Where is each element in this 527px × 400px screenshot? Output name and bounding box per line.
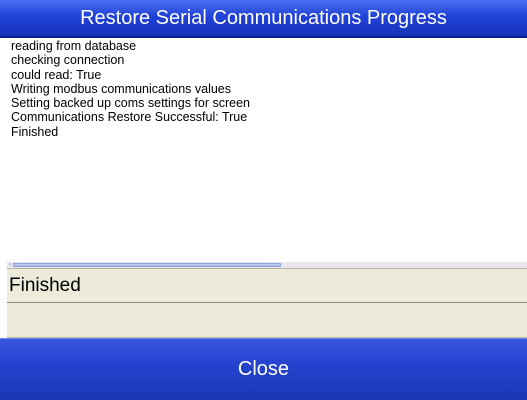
scrollbar-thumb[interactable] [13,263,281,267]
close-button[interactable]: Close [0,338,527,400]
log-lines: reading from database checking connectio… [11,39,250,139]
secondary-status-field [7,303,527,338]
status-text-field: Finished [7,268,527,303]
log-line: Setting backed up coms settings for scre… [11,96,251,111]
log-line: checking connection [11,53,125,68]
log-output-panel[interactable]: reading from database checking connectio… [7,38,527,262]
log-line: Writing modbus communications values [11,81,232,96]
left-margin [0,38,7,338]
dialog-title: Restore Serial Communications Progress [0,0,527,38]
log-line: could read: True [11,67,102,82]
log-line: Finished [11,124,59,139]
log-line: Communications Restore Successful: True [11,110,248,125]
log-line: reading from database [11,39,137,53]
restore-progress-dialog: Restore Serial Communications Progress r… [0,0,527,400]
